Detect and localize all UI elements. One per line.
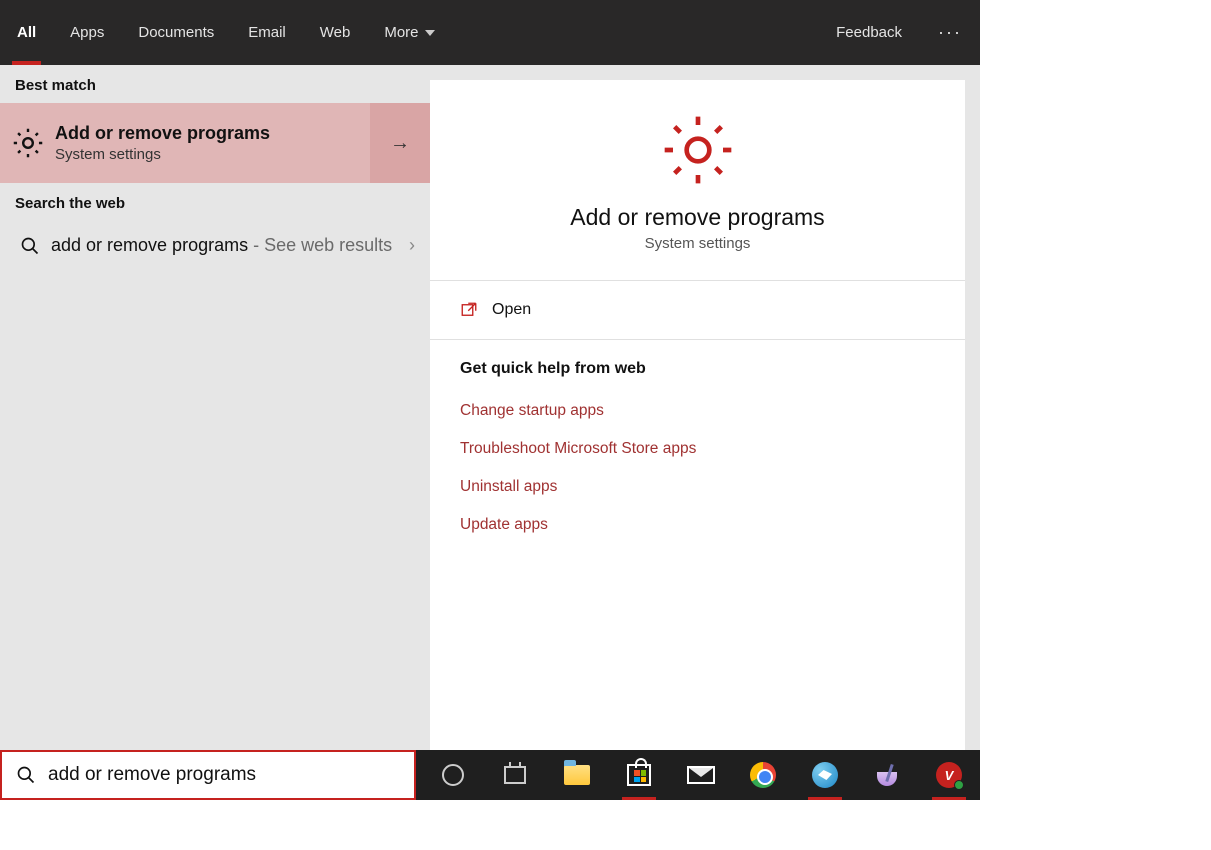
detail-title: Add or remove programs	[450, 204, 945, 231]
best-match-title: Add or remove programs	[55, 123, 370, 144]
paint-button[interactable]	[856, 750, 918, 800]
file-explorer-button[interactable]	[546, 750, 608, 800]
openoffice-button[interactable]	[794, 750, 856, 800]
chrome-button[interactable]	[732, 750, 794, 800]
paint-icon	[874, 764, 900, 786]
search-web-heading: Search the web	[0, 183, 430, 221]
gear-icon	[658, 110, 738, 190]
ellipsis-icon: ···	[938, 22, 962, 42]
open-label: Open	[492, 301, 531, 319]
tab-all[interactable]: All	[0, 0, 53, 65]
quick-help-heading: Get quick help from web	[460, 360, 935, 378]
task-view-icon	[504, 766, 526, 784]
best-match-result[interactable]: Add or remove programs System settings →	[0, 103, 430, 183]
search-scope-tabs: All Apps Documents Email Web More	[0, 0, 452, 65]
detail-hero: Add or remove programs System settings	[430, 80, 965, 281]
search-results: Best match Add or remove programs System…	[0, 65, 430, 800]
taskbar-search-input[interactable]	[48, 764, 406, 786]
feedback-button[interactable]: Feedback	[818, 24, 920, 41]
microsoft-store-button[interactable]	[608, 750, 670, 800]
tab-documents-label: Documents	[138, 24, 214, 41]
help-link-update-apps[interactable]: Update apps	[460, 506, 935, 544]
search-icon	[16, 765, 36, 785]
tab-web-label: Web	[320, 24, 351, 41]
cortana-icon	[442, 764, 464, 786]
best-match-text: Add or remove programs System settings	[55, 123, 370, 163]
expressvpn-button[interactable]: V	[918, 750, 980, 800]
tab-email-label: Email	[248, 24, 286, 41]
expressvpn-icon: V	[936, 762, 962, 788]
help-link-startup-apps[interactable]: Change startup apps	[460, 392, 935, 430]
chevron-down-icon	[425, 30, 435, 36]
mail-button[interactable]	[670, 750, 732, 800]
help-link-uninstall-apps[interactable]: Uninstall apps	[460, 468, 935, 506]
file-explorer-icon	[564, 765, 590, 785]
taskbar-search[interactable]	[0, 750, 416, 800]
taskbar-icons: V	[416, 750, 980, 800]
web-result-text: add or remove programs - See web results	[45, 233, 401, 258]
chevron-right-icon: ›	[409, 235, 415, 255]
mail-icon	[687, 766, 715, 784]
quick-help-section: Get quick help from web Change startup a…	[430, 340, 965, 564]
cortana-button[interactable]	[422, 750, 484, 800]
chrome-icon	[750, 762, 776, 788]
arrow-right-icon: →	[390, 132, 410, 155]
feedback-label: Feedback	[836, 24, 902, 41]
help-link-troubleshoot-store[interactable]: Troubleshoot Microsoft Store apps	[460, 430, 935, 468]
open-action[interactable]: Open	[430, 281, 965, 340]
result-detail-card: Add or remove programs System settings O…	[430, 80, 965, 800]
tab-apps[interactable]: Apps	[53, 0, 121, 65]
tab-more[interactable]: More	[367, 0, 451, 65]
tab-web[interactable]: Web	[303, 0, 368, 65]
openoffice-icon	[812, 762, 838, 788]
search-body: Best match Add or remove programs System…	[0, 65, 980, 800]
web-result-expand-button[interactable]: ›	[401, 235, 415, 256]
tab-apps-label: Apps	[70, 24, 104, 41]
tab-documents[interactable]: Documents	[121, 0, 231, 65]
best-match-heading: Best match	[0, 65, 430, 103]
search-panel: All Apps Documents Email Web More Feedba…	[0, 0, 980, 800]
best-match-expand-button[interactable]: →	[370, 103, 430, 183]
taskbar: V	[0, 750, 980, 800]
more-options-button[interactable]: ···	[920, 22, 980, 43]
search-topbar: All Apps Documents Email Web More Feedba…	[0, 0, 980, 65]
web-result-suffix: - See web results	[248, 235, 392, 255]
tab-email[interactable]: Email	[231, 0, 303, 65]
gear-icon	[0, 125, 55, 161]
tab-all-label: All	[17, 24, 36, 41]
web-search-result[interactable]: add or remove programs - See web results…	[0, 221, 430, 270]
search-icon	[15, 236, 45, 256]
microsoft-store-icon	[627, 764, 651, 786]
best-match-subtitle: System settings	[55, 146, 370, 163]
task-view-button[interactable]	[484, 750, 546, 800]
web-result-query: add or remove programs	[51, 235, 248, 255]
tab-more-label: More	[384, 24, 418, 41]
result-detail: Add or remove programs System settings O…	[430, 65, 980, 800]
open-icon	[460, 301, 486, 319]
detail-subtitle: System settings	[450, 235, 945, 252]
